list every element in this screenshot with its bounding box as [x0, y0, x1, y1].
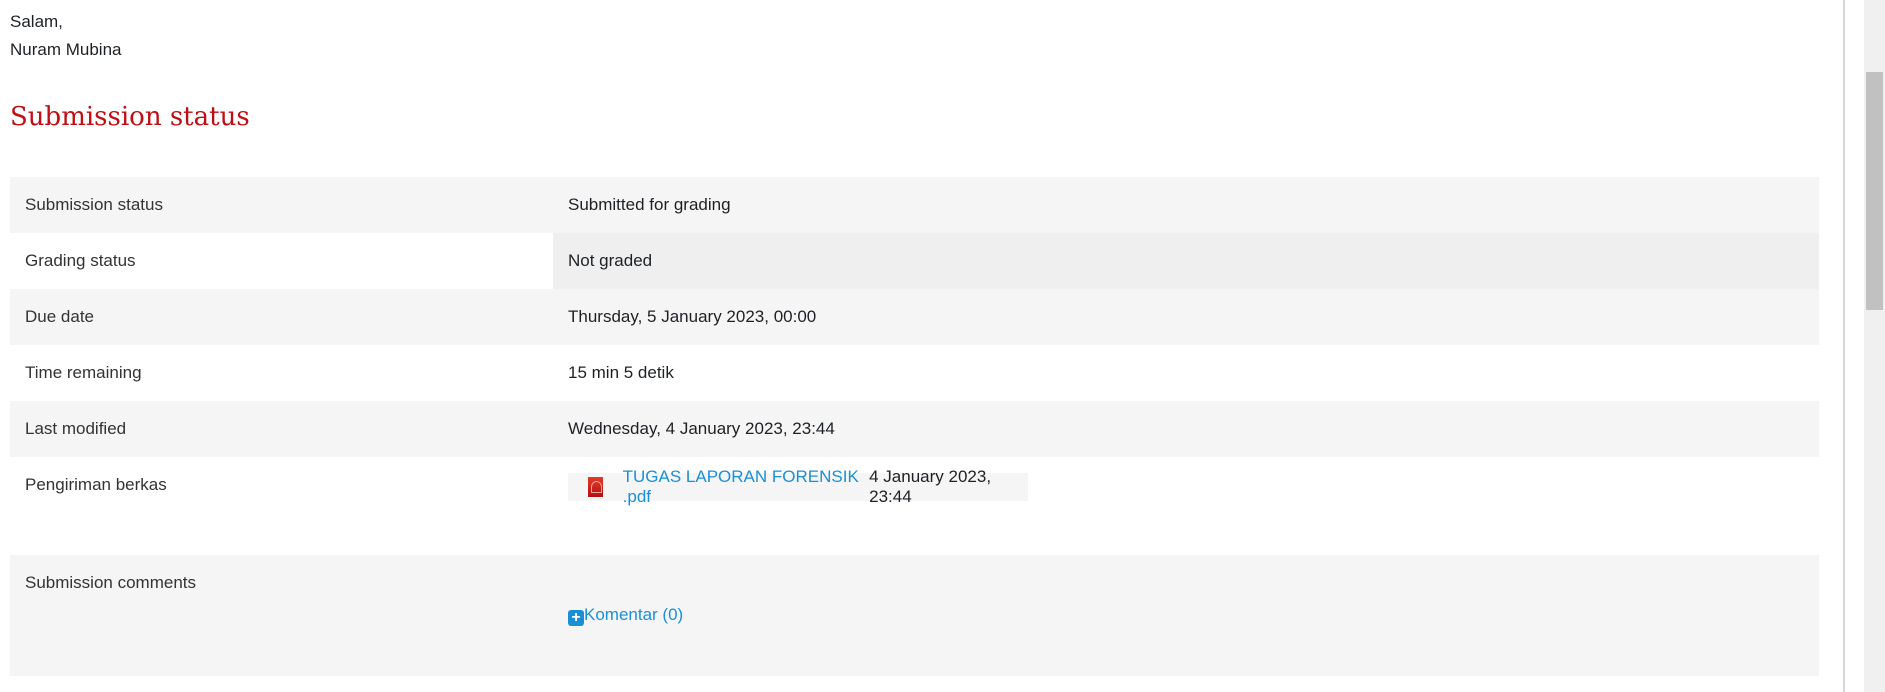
row-value: Not graded: [553, 233, 1819, 289]
table-row: Pengiriman berkas TUGAS LAPORAN FORENSIK…: [10, 457, 1819, 555]
greeting-name: Nuram Mubina: [10, 40, 122, 59]
row-value: Submitted for grading: [553, 177, 1819, 233]
table-row: Time remaining 15 min 5 detik: [10, 345, 1819, 401]
file-entry: TUGAS LAPORAN FORENSIK .pdf 4 January 20…: [568, 467, 1028, 506]
pdf-icon: [588, 477, 603, 497]
file-link[interactable]: TUGAS LAPORAN FORENSIK .pdf: [623, 467, 869, 507]
table-row: Last modified Wednesday, 4 January 2023, …: [10, 401, 1819, 457]
comments-link-label: Komentar (0): [584, 605, 684, 624]
submission-status-table: Submission status Submitted for grading G…: [10, 177, 1819, 676]
row-label: Last modified: [10, 401, 553, 457]
page-heading: Submission status: [10, 102, 250, 132]
panel-divider: [1843, 0, 1845, 692]
comments-link[interactable]: + Komentar (0): [568, 605, 684, 626]
file-date: 4 January 2023, 23:44: [869, 467, 992, 506]
row-label: Pengiriman berkas: [25, 475, 167, 494]
table-row: Due date Thursday, 5 January 2023, 00:00: [10, 289, 1819, 345]
table-row: Submission comments + Komentar (0): [10, 555, 1819, 676]
table-row: Submission status Submitted for grading: [10, 177, 1819, 233]
plus-square-icon: +: [568, 610, 584, 626]
row-label: Submission status: [10, 177, 553, 233]
row-label: Grading status: [25, 251, 136, 270]
scrollbar-thumb[interactable]: [1866, 72, 1883, 310]
row-label: Submission comments: [10, 555, 553, 676]
row-value: Thursday, 5 January 2023, 00:00: [553, 289, 1819, 345]
row-label: Due date: [10, 289, 553, 345]
row-value: 15 min 5 detik: [568, 363, 674, 382]
scrollbar[interactable]: [1864, 0, 1885, 692]
greeting-salutation: Salam,: [10, 12, 63, 31]
row-label: Time remaining: [25, 363, 142, 382]
table-row: Grading status Not graded: [10, 233, 1819, 289]
row-value: Wednesday, 4 January 2023, 23:44: [553, 401, 1819, 457]
